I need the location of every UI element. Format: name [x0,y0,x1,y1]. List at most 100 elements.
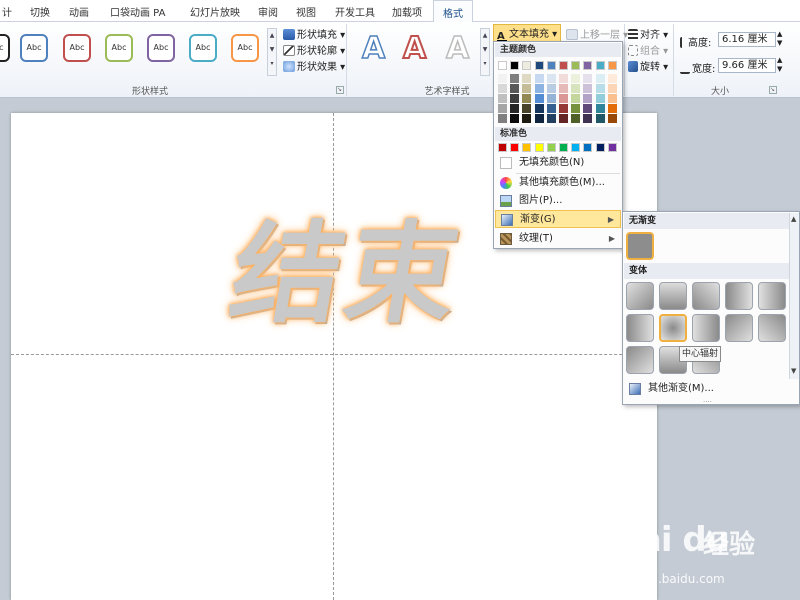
theme-color-tint-swatch[interactable] [595,104,605,113]
standard-color-swatch[interactable] [498,143,507,152]
theme-color-tint-swatch[interactable] [534,94,544,103]
theme-color-swatch[interactable] [534,61,544,70]
shape-effects-button[interactable]: 形状效果 ▾ [283,58,345,73]
width-spinner[interactable]: ▲ ▼ [777,56,782,74]
tab-review[interactable]: 审阅 [258,4,278,19]
gradient-fill-item[interactable]: 渐变(G) ▶ [495,210,621,228]
shape-style-green[interactable]: Abc [105,34,133,62]
rotate-button[interactable]: 旋转 ▾ [628,58,668,73]
theme-color-tint-swatch[interactable] [571,114,581,123]
standard-color-swatch[interactable] [534,143,544,152]
standard-color-swatch[interactable] [607,143,617,152]
no-fill-item[interactable]: 无填充颜色(N) [495,154,621,172]
theme-color-tint-swatch[interactable] [595,114,605,123]
gradient-scrollbar[interactable]: ▲ ▼ [789,213,799,379]
theme-color-tint-swatch[interactable] [571,104,581,113]
tab-transitions[interactable]: 切换 [30,4,50,19]
theme-color-tint-swatch[interactable] [522,104,532,113]
theme-color-tint-swatch[interactable] [583,104,593,113]
theme-color-tint-swatch[interactable] [607,104,617,113]
theme-color-tint-swatch[interactable] [595,84,605,93]
theme-color-tint-swatch[interactable] [522,84,532,93]
theme-color-tint-swatch[interactable] [559,74,568,83]
theme-color-tint-swatch[interactable] [571,84,581,93]
theme-color-tint-swatch[interactable] [559,104,568,113]
theme-color-tint-swatch[interactable] [546,104,556,113]
shape-fill-button[interactable]: 形状填充 ▾ [283,26,345,41]
theme-color-tint-swatch[interactable] [498,84,507,93]
wordart-gallery-scroll[interactable]: ▲ ▼ ▾ [480,28,490,76]
group-button[interactable]: 组合 ▾ [628,42,668,57]
theme-color-tint-swatch[interactable] [546,114,556,123]
shape-styles-launcher[interactable]: ↘ [336,86,344,94]
shape-outline-button[interactable]: 形状轮廓 ▾ [283,42,345,57]
theme-color-tint-swatch[interactable] [522,114,532,123]
theme-color-swatch[interactable] [498,61,507,70]
gradient-variant-linear-right[interactable] [758,282,786,310]
theme-color-tint-swatch[interactable] [546,94,556,103]
gradient-variant-linear-diagonal-2[interactable] [692,282,720,310]
tab-developer[interactable]: 开发工具 [335,4,375,19]
theme-color-swatch[interactable] [607,61,617,70]
theme-color-tint-swatch[interactable] [607,84,617,93]
texture-fill-item[interactable]: 纹理(T) ▶ [495,230,621,248]
width-input[interactable]: 9.66 厘米 [718,58,776,73]
shape-gallery-scroll[interactable]: ▲ ▼ ▾ [267,28,277,76]
theme-color-tint-swatch[interactable] [595,94,605,103]
more-fill-colors-item[interactable]: 其他填充颜色(M)... [495,174,621,192]
theme-color-tint-swatch[interactable] [522,94,532,103]
gradient-variant-from-left[interactable] [626,314,654,342]
theme-color-tint-swatch[interactable] [571,74,581,83]
tab-addins[interactable]: 加载项 [392,4,422,19]
tab-view[interactable]: 视图 [296,4,316,19]
shape-style-purple[interactable]: Abc [147,34,175,62]
gradient-variant-from-right[interactable] [692,314,720,342]
theme-color-tint-swatch[interactable] [559,84,568,93]
shape-style-blue[interactable]: Abc [20,34,48,62]
gradient-variant-corner-2[interactable] [758,314,786,342]
height-input[interactable]: 6.16 厘米 [718,32,776,47]
theme-color-tint-swatch[interactable] [595,74,605,83]
theme-color-tint-swatch[interactable] [534,74,544,83]
standard-color-swatch[interactable] [583,143,593,152]
theme-color-tint-swatch[interactable] [559,94,568,103]
no-gradient-swatch[interactable] [626,232,654,260]
theme-color-swatch[interactable] [595,61,605,70]
theme-color-tint-swatch[interactable] [583,74,593,83]
standard-color-swatch[interactable] [546,143,556,152]
wordart-style-outline-gray[interactable]: A [445,31,470,67]
theme-color-swatch[interactable] [583,61,593,70]
theme-color-tint-swatch[interactable] [607,114,617,123]
shape-style-black[interactable]: Abc [0,34,10,62]
theme-color-tint-swatch[interactable] [510,114,520,123]
theme-color-tint-swatch[interactable] [498,94,507,103]
theme-color-tint-swatch[interactable] [559,114,568,123]
gradient-variant-from-center[interactable] [659,314,687,342]
theme-color-tint-swatch[interactable] [583,84,593,93]
tab-slideshow[interactable]: 幻灯片放映 [190,4,240,19]
shape-style-red[interactable]: Abc [63,34,91,62]
standard-color-swatch[interactable] [510,143,520,152]
theme-color-tint-swatch[interactable] [510,74,520,83]
standard-color-swatch[interactable] [571,143,581,152]
theme-color-tint-swatch[interactable] [510,94,520,103]
gradient-variant-corner-1[interactable] [725,314,753,342]
theme-color-tint-swatch[interactable] [571,94,581,103]
theme-color-tint-swatch[interactable] [522,74,532,83]
standard-color-swatch[interactable] [522,143,532,152]
scroll-down-icon[interactable]: ▼ [791,367,796,375]
theme-color-tint-swatch[interactable] [534,114,544,123]
bring-forward-button[interactable]: 上移一层 ▾ [566,26,628,41]
theme-color-tint-swatch[interactable] [583,94,593,103]
theme-color-tint-swatch[interactable] [583,114,593,123]
gradient-variant-linear-diagonal-1[interactable] [626,282,654,310]
theme-color-tint-swatch[interactable] [607,74,617,83]
wordart-style-outline-red[interactable]: A [402,31,427,67]
gradient-variant-linear-down[interactable] [659,282,687,310]
theme-color-tint-swatch[interactable] [510,84,520,93]
theme-color-swatch[interactable] [522,61,532,70]
standard-color-swatch[interactable] [595,143,605,152]
wordart-style-outline-blue[interactable]: A [361,31,386,67]
height-spinner[interactable]: ▲ ▼ [777,30,782,48]
theme-color-tint-swatch[interactable] [498,104,507,113]
